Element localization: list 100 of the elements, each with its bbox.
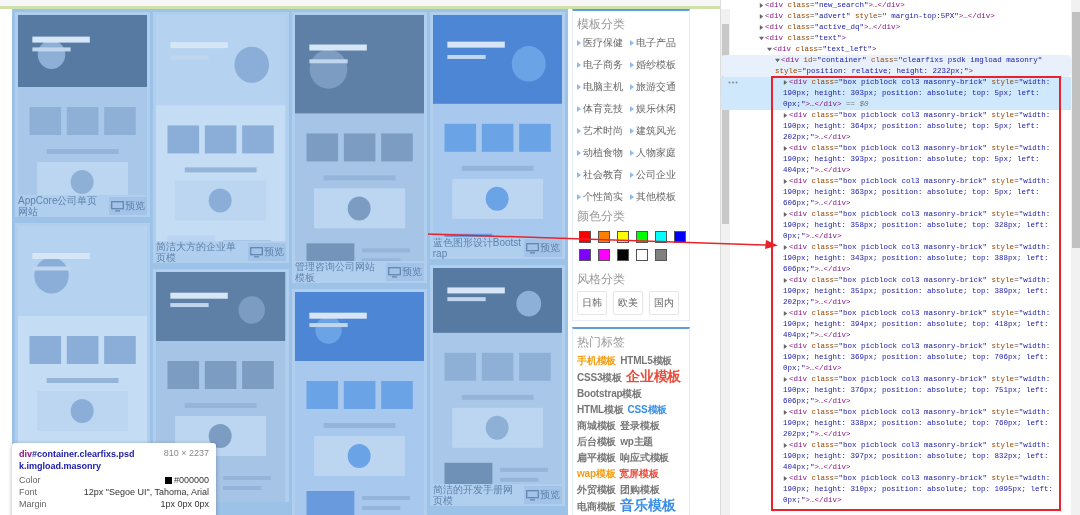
- expand-triangle-icon[interactable]: [759, 3, 764, 8]
- tag-link[interactable]: 商城模板: [577, 419, 617, 432]
- tag-link[interactable]: 扁平模板: [577, 451, 617, 464]
- arrow-bullet-icon: [577, 105, 581, 112]
- panel-title: 风格分类: [577, 272, 626, 286]
- color-swatch[interactable]: [598, 249, 610, 261]
- expand-triangle-icon[interactable]: [783, 410, 788, 415]
- category-link[interactable]: 电脑主机: [577, 80, 629, 93]
- expand-triangle-icon[interactable]: [783, 278, 788, 283]
- category-link[interactable]: 个性简实: [577, 190, 629, 203]
- monitor-icon: [526, 242, 539, 254]
- tag-link[interactable]: 电商模板: [577, 500, 617, 513]
- tag-link[interactable]: HTML5模板: [620, 354, 673, 367]
- template-title: 简洁大方的企业单页模: [156, 241, 238, 263]
- expand-triangle-icon[interactable]: [783, 311, 788, 316]
- expand-triangle-icon[interactable]: [759, 36, 764, 41]
- template-title: 蓝色图形设计Bootstrap: [432, 237, 522, 259]
- expand-triangle-icon[interactable]: [783, 245, 788, 250]
- expand-triangle-icon[interactable]: [783, 377, 788, 382]
- tag-link[interactable]: CSS3模板: [577, 371, 622, 384]
- arrow-bullet-icon: [630, 39, 634, 46]
- tag-link[interactable]: 响应式模板: [620, 451, 670, 464]
- arrow-bullet-icon: [630, 127, 634, 134]
- expand-triangle-icon[interactable]: [783, 212, 788, 217]
- category-link[interactable]: 公司企业: [630, 168, 686, 181]
- tag-link[interactable]: 宽屏模板: [619, 467, 659, 480]
- arrow-bullet-icon: [577, 193, 581, 200]
- category-link[interactable]: 电子商务: [577, 58, 629, 71]
- tag-link[interactable]: 外贸模板: [577, 483, 617, 496]
- expand-triangle-icon[interactable]: [783, 80, 788, 85]
- tag-link[interactable]: HTML模板: [577, 403, 624, 416]
- expand-triangle-icon[interactable]: [759, 25, 764, 30]
- category-link[interactable]: 人物家庭: [630, 146, 686, 159]
- tag-link[interactable]: wp主题: [620, 435, 654, 448]
- panel-title: 模板分类: [577, 17, 626, 31]
- arrow-bullet-icon: [630, 171, 634, 178]
- property-label: Font: [19, 487, 37, 498]
- color-swatch[interactable]: [636, 249, 648, 261]
- monitor-icon: [111, 200, 125, 212]
- arrow-bullet-icon: [577, 39, 581, 46]
- panel-title: 热门标签: [577, 335, 626, 349]
- category-link[interactable]: 娱乐休闲: [630, 102, 686, 115]
- arrow-bullet-icon: [630, 193, 634, 200]
- expand-triangle-icon[interactable]: [783, 443, 788, 448]
- expand-triangle-icon[interactable]: [775, 58, 780, 63]
- category-link[interactable]: 医疗保健: [577, 36, 629, 49]
- tag-link[interactable]: Bootstrap模板: [577, 387, 643, 400]
- tag-link[interactable]: 音乐模板: [620, 499, 676, 512]
- template-title: 管理咨询公司网站模板: [294, 261, 376, 283]
- tag-link[interactable]: 后台模板: [577, 435, 617, 448]
- color-swatch[interactable]: [579, 249, 591, 261]
- property-label: Margin: [19, 499, 47, 510]
- expand-triangle-icon[interactable]: [759, 14, 764, 19]
- property-value: #000000: [164, 475, 209, 486]
- element-dimensions: 810 × 2237: [163, 448, 209, 460]
- expand-triangle-icon[interactable]: [783, 179, 788, 184]
- property-label: Color: [19, 475, 41, 486]
- arrow-bullet-icon: [577, 127, 581, 134]
- color-swatch[interactable]: [617, 231, 629, 243]
- color-swatch[interactable]: [655, 249, 667, 261]
- expand-triangle-icon[interactable]: [767, 47, 772, 52]
- arrow-bullet-icon: [577, 171, 581, 178]
- style-button[interactable]: 日韩: [577, 291, 607, 315]
- category-link[interactable]: 电子产品: [630, 36, 686, 49]
- category-link[interactable]: 其他模板: [630, 190, 686, 203]
- scrollbar[interactable]: [1070, 0, 1080, 515]
- category-link[interactable]: 建筑风光: [630, 124, 686, 137]
- monitor-icon: [249, 246, 263, 258]
- arrow-bullet-icon: [577, 61, 581, 68]
- arrow-bullet-icon: [577, 149, 581, 156]
- category-link[interactable]: 艺术时尚: [577, 124, 629, 137]
- arrow-bullet-icon: [630, 61, 634, 68]
- expand-triangle-icon[interactable]: [783, 113, 788, 118]
- more-icon: [728, 81, 738, 84]
- tag-link[interactable]: 企业模板: [625, 370, 682, 383]
- color-swatch[interactable]: [617, 249, 629, 261]
- template-title: 简洁的开发手册网页模: [432, 484, 514, 506]
- arrow-bullet-icon: [577, 83, 581, 90]
- category-link[interactable]: 旅游交通: [630, 80, 686, 93]
- category-link[interactable]: 体育竞技: [577, 102, 629, 115]
- tag-link[interactable]: 登录模板: [620, 419, 660, 432]
- style-button[interactable]: 国内: [649, 291, 679, 315]
- category-link[interactable]: 动植食物: [577, 146, 629, 159]
- category-link[interactable]: 社会教育: [577, 168, 629, 181]
- expand-triangle-icon[interactable]: [783, 344, 788, 349]
- arrow-bullet-icon: [630, 105, 634, 112]
- monitor-icon: [526, 489, 539, 501]
- arrow-bullet-icon: [630, 83, 634, 90]
- expand-triangle-icon[interactable]: [783, 476, 788, 481]
- tag-link[interactable]: 团购模板: [620, 483, 660, 496]
- monitor-icon: [387, 266, 401, 278]
- expand-triangle-icon[interactable]: [783, 146, 788, 151]
- panel-title: 颜色分类: [577, 209, 626, 223]
- element-selector: div#container.clearfixs.psdk.imgload.masonry: [19, 448, 136, 472]
- template-title: AppCore公司单页网站: [18, 195, 99, 217]
- category-link[interactable]: 婚纱模板: [630, 58, 686, 71]
- arrow-bullet-icon: [630, 149, 634, 156]
- property-value: 1px 0px 0px: [160, 499, 209, 510]
- style-button[interactable]: 欧美: [613, 291, 643, 315]
- tag-link[interactable]: CSS模板: [627, 403, 668, 416]
